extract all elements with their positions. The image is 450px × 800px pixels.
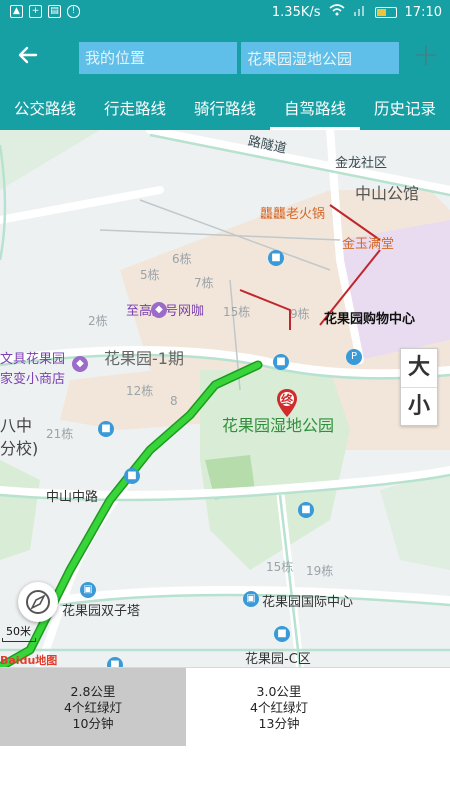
zoom-control: 大 小 [400,348,438,426]
route-traffic-lights: 4个红绿灯 [64,700,122,715]
compass-icon[interactable] [18,582,58,622]
map-label-school-b: 分校) [0,439,39,458]
map-label-b7: 7栋 [194,276,214,290]
map-label-b12: 12栋 [126,384,154,398]
parking-icon[interactable]: P [346,349,362,365]
map-label-zhongshan-gongguan: 中山公馆 [355,184,420,203]
map-label-c-area: 花果园-C区 [245,652,311,667]
map-label-b9: 9栋 [290,307,310,321]
map-label-mall: 花果园购物中心 [324,312,416,327]
map-label-jinlong: 金龙社区 [335,156,388,171]
route-distance: 3.0公里 [256,684,302,699]
add-notification-icon: + [29,5,42,18]
bus-stop-icon[interactable]: ■ [274,626,290,642]
building-icon[interactable]: ▣ [243,591,259,607]
bus-stop-icon[interactable]: ■ [107,657,123,667]
building-icon[interactable]: ▣ [80,582,96,598]
map-label-school-a: 八中 [0,416,33,435]
system-indicators: 1.35K/s 17:10 [272,4,442,20]
origin-input[interactable] [79,42,237,74]
map-view[interactable]: 路隧道 金龙社区 中山公馆 龘龘老火锅 金玉满堂 6栋 5栋 7栋 至高壹号网咖… [0,130,450,667]
map-label-guoji: 花果园国际中心 [262,595,354,610]
route-option-1[interactable]: 2.8公里 4个红绿灯 10分钟 [0,668,186,746]
map-label-shuangzi: 花果园双子塔 [62,604,141,619]
route-distance: 2.8公里 [70,684,116,699]
network-speed: 1.35K/s [271,4,321,20]
map-label-b15a: 15栋 [223,305,251,319]
tab-ride[interactable]: 骑行路线 [180,90,270,130]
map-label-b6: 6栋 [172,252,192,266]
end-marker-label: 终 [281,393,294,407]
tab-history[interactable]: 历史记录 [360,90,450,130]
map-label-b15b: 15栋 [266,560,294,574]
map-label-zhongshan-road: 中山中路 [46,490,99,505]
status-bar: ▲ + ▤ ! 1.35K/s 17:10 [0,0,450,26]
zoom-out-button[interactable]: 小 [401,387,437,425]
zoom-in-button[interactable]: 大 [401,349,437,387]
map-label-b21: 21栋 [46,427,74,441]
route-mode-tabs: 公交路线 行走路线 骑行路线 自驾路线 历史记录 [0,90,450,130]
map-label-b2: 2栋 [88,314,108,328]
bus-stop-icon[interactable]: ■ [98,421,114,437]
wifi-icon [329,4,345,20]
map-label-wenju: 文具花果园 [0,352,66,367]
tab-walk[interactable]: 行走路线 [90,90,180,130]
route-option-2[interactable]: 3.0公里 4个红绿灯 13分钟 [186,668,372,746]
signal-icon [353,4,367,20]
bell-notification-icon: ! [67,5,80,18]
shop-icon[interactable]: ◆ [72,356,88,372]
search-header [0,26,450,90]
image-notification-icon: ▲ [10,5,23,18]
plus-icon[interactable] [412,40,440,74]
clock: 17:10 [404,4,442,20]
map-scale-label: 50米 [6,625,31,638]
destination-input[interactable] [241,42,399,74]
trash-notification-icon: ▤ [48,5,61,18]
shop-icon[interactable]: ◆ [151,302,167,318]
notification-icons: ▲ + ▤ ! [10,5,80,18]
bus-stop-icon[interactable]: ■ [273,354,289,370]
destination-marker-icon[interactable]: 终 [276,388,298,418]
route-options-panel: 2.8公里 4个红绿灯 10分钟 3.0公里 4个红绿灯 13分钟 [0,667,450,800]
tab-bus[interactable]: 公交路线 [0,90,90,130]
bus-stop-icon[interactable]: ■ [124,468,140,484]
battery-icon [374,6,397,18]
map-label-b19: 19栋 [306,564,334,578]
map-base [0,130,450,667]
map-scale-bar [2,638,36,642]
map-label-jinyu: 金玉满堂 [342,237,395,252]
tab-drive[interactable]: 自驾路线 [270,90,360,130]
route-duration: 10分钟 [72,716,114,731]
map-label-b5: 5栋 [140,268,160,282]
route-duration: 13分钟 [258,716,300,731]
map-label-huohuo: 龘龘老火锅 [260,207,326,222]
map-label-phase1: 花果园-1期 [104,349,184,368]
baidu-logo: Baidu地图 [0,654,58,667]
route-traffic-lights: 4个红绿灯 [250,700,308,715]
bus-stop-icon[interactable]: ■ [298,502,314,518]
bus-stop-icon[interactable]: ■ [268,250,284,266]
map-label-jiabian: 家变小商店 [0,372,66,387]
arrow-left-icon[interactable] [16,43,46,73]
map-label-b8: 8 [170,394,178,408]
